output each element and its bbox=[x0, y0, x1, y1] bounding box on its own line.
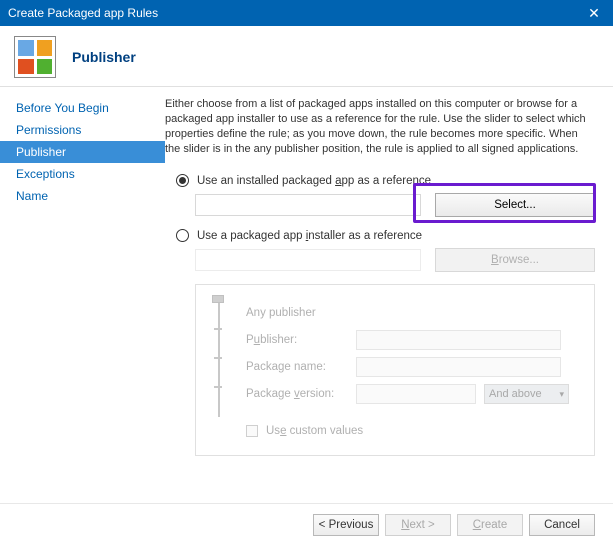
option-installer[interactable]: Use a packaged app installer as a refere… bbox=[165, 229, 595, 242]
browse-button: BBrowse...rowse... bbox=[435, 248, 595, 272]
installer-path-field bbox=[195, 249, 421, 271]
specificity-slider[interactable] bbox=[214, 299, 234, 429]
label-publisher: Publisher: bbox=[246, 334, 356, 346]
nav-publisher[interactable]: Publisher bbox=[0, 141, 165, 163]
app-icon bbox=[14, 36, 56, 78]
installed-app-field bbox=[195, 194, 421, 216]
radio-installed[interactable] bbox=[176, 174, 189, 187]
use-custom-checkbox bbox=[246, 425, 258, 437]
window-title: Create Packaged app Rules bbox=[8, 6, 158, 20]
nav-before-you-begin[interactable]: Before You Begin bbox=[0, 97, 165, 119]
previous-button[interactable]: < Previous bbox=[313, 514, 379, 536]
option-installed-app[interactable]: Use an installed packaged app as a refer… bbox=[165, 174, 595, 187]
title-bar: Create Packaged app Rules ✕ bbox=[0, 0, 613, 26]
wizard-footer: < Previous Next > Create Cancel bbox=[0, 503, 613, 546]
radio-installer[interactable] bbox=[176, 229, 189, 242]
page-title: Publisher bbox=[72, 49, 136, 65]
properties-box: Any publisher Publisher: Package name: P… bbox=[195, 284, 595, 456]
create-button: Create bbox=[457, 514, 523, 536]
label-any-publisher: Any publisher bbox=[246, 307, 356, 319]
select-button[interactable]: Select... bbox=[435, 193, 595, 217]
label-package-version: Package version: bbox=[246, 388, 356, 400]
nav-permissions[interactable]: Permissions bbox=[0, 119, 165, 141]
publisher-field bbox=[356, 330, 561, 350]
close-icon[interactable]: ✕ bbox=[575, 0, 613, 26]
wizard-nav: Before You Begin Permissions Publisher E… bbox=[0, 87, 165, 503]
intro-text: Either choose from a list of packaged ap… bbox=[165, 97, 595, 156]
slider-thumb[interactable] bbox=[212, 295, 224, 303]
next-button: Next > bbox=[385, 514, 451, 536]
package-version-field bbox=[356, 384, 476, 404]
cancel-button[interactable]: Cancel bbox=[529, 514, 595, 536]
version-combo: And above bbox=[484, 384, 569, 404]
wizard-header: Publisher bbox=[0, 26, 613, 87]
use-custom-values: Use custom values bbox=[246, 425, 584, 437]
nav-name[interactable]: Name bbox=[0, 185, 165, 207]
nav-exceptions[interactable]: Exceptions bbox=[0, 163, 165, 185]
label-package-name: Package name: bbox=[246, 361, 356, 373]
package-name-field bbox=[356, 357, 561, 377]
